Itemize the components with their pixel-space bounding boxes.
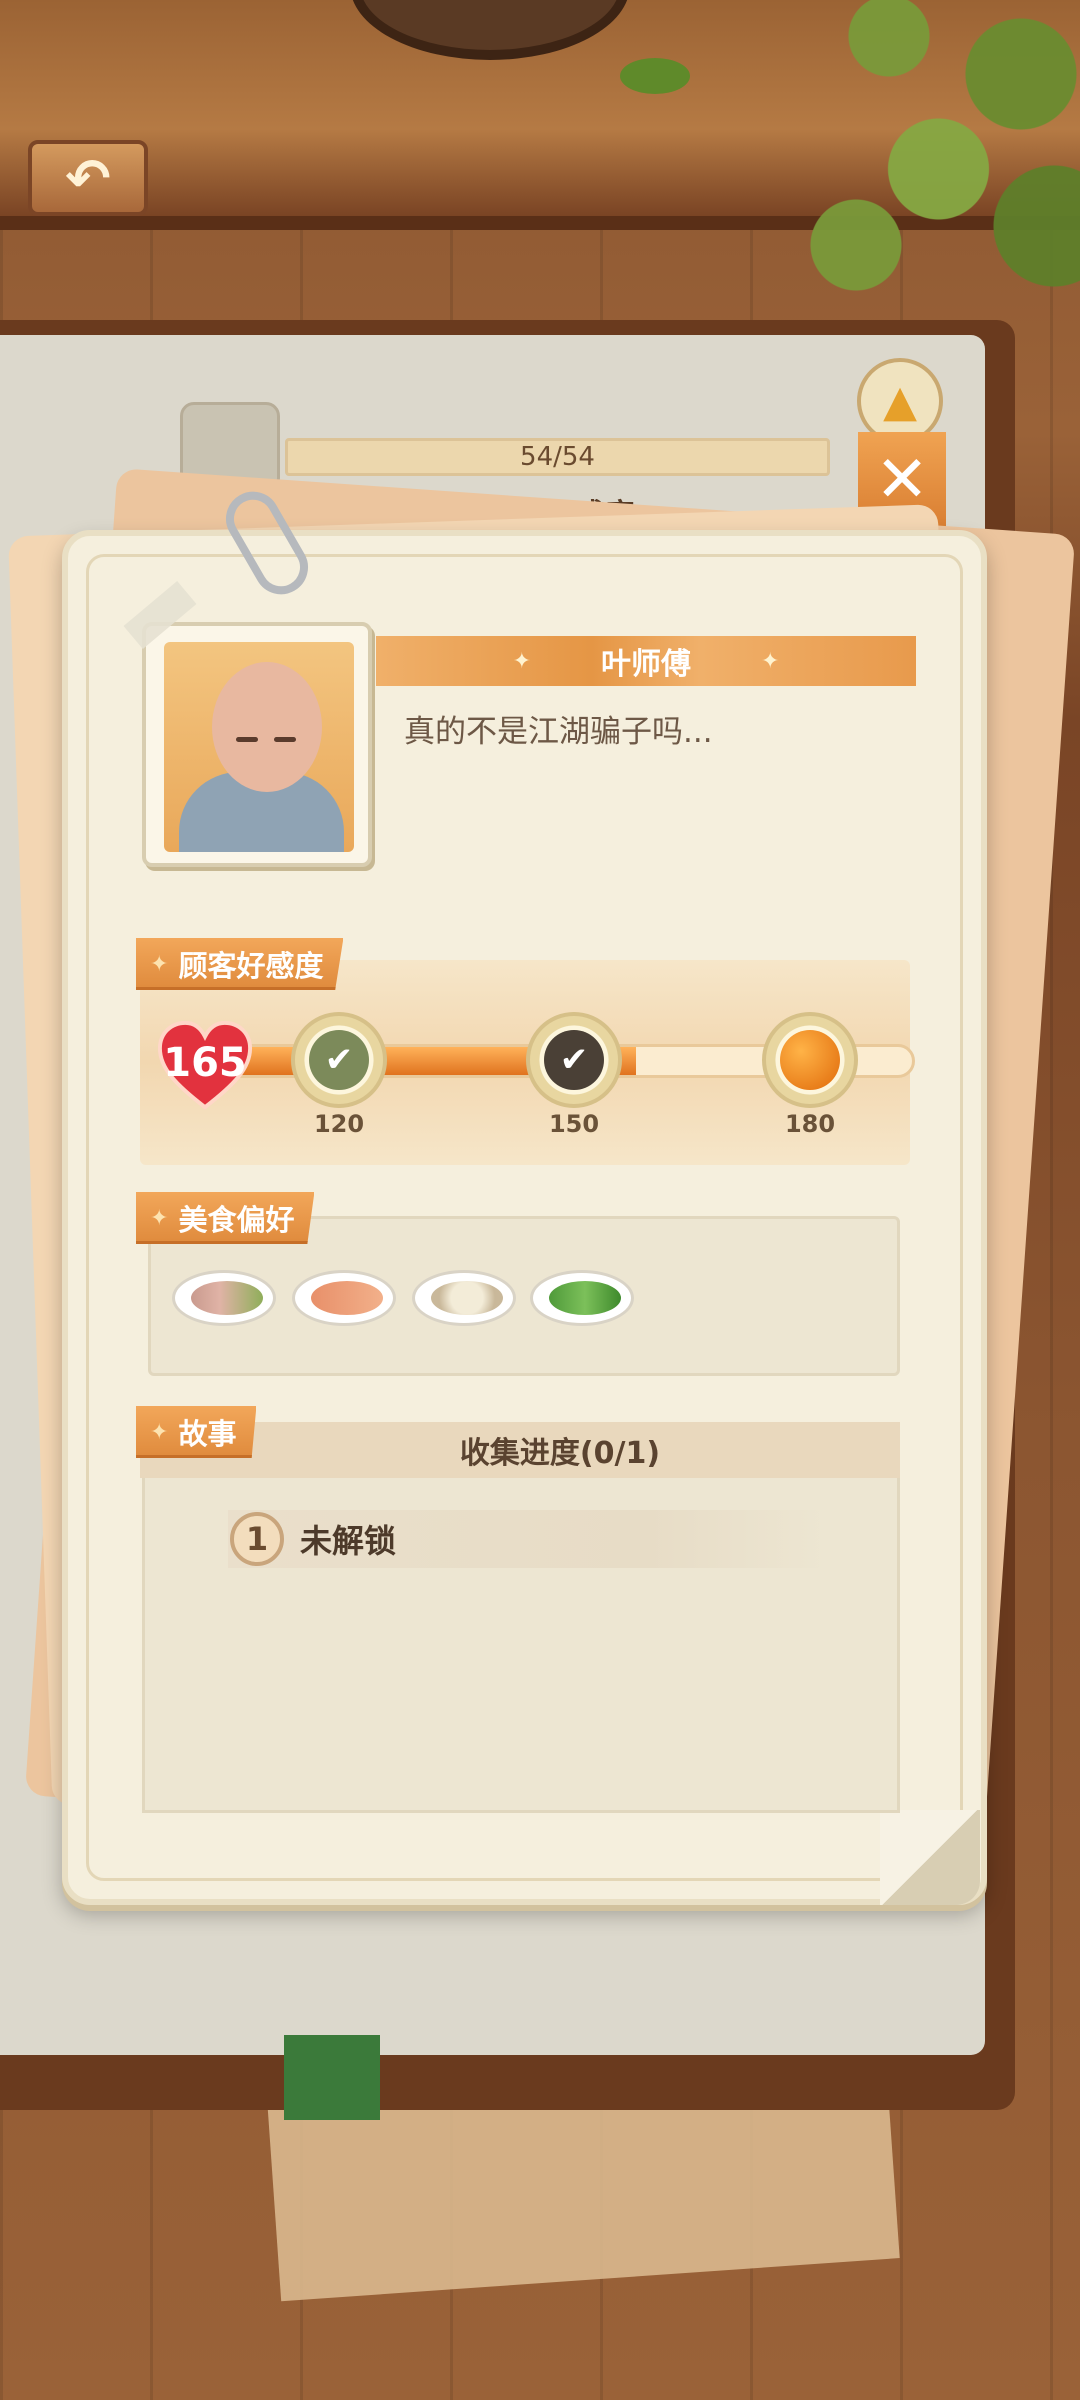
sparkle-icon: ✦ — [512, 648, 531, 674]
star-icon: ✦ — [150, 1205, 169, 1231]
page-curl — [880, 1810, 980, 1905]
greens-dish-icon[interactable] — [530, 1270, 634, 1326]
customer-portrait — [164, 642, 354, 852]
customer-portrait-frame — [142, 622, 372, 867]
story-item-label: 未解锁 — [300, 1522, 397, 1560]
customer-quote: 真的不是江湖骗子吗... — [404, 714, 713, 750]
gift-basket-icon[interactable]: ▲ — [857, 358, 943, 444]
shrimp-dish-icon[interactable] — [292, 1270, 396, 1326]
favor-section-tag: ✦ 顾客好感度 — [136, 938, 344, 990]
story-index-badge: 1 — [230, 1512, 284, 1566]
back-arrow-icon: ↶ — [65, 146, 111, 210]
favor-section-label: 顾客好感度 — [178, 949, 324, 983]
check-icon: ✔ — [544, 1030, 604, 1090]
customer-name: 叶师傅 — [601, 647, 691, 682]
leaf-decoration — [620, 58, 690, 94]
check-icon: ✔ — [309, 1030, 369, 1090]
plant-decoration — [790, 0, 1080, 340]
milestone-120[interactable]: ✔ — [291, 1012, 387, 1108]
story-item[interactable]: 1 未解锁 — [228, 1510, 828, 1568]
meat-platter-icon[interactable] — [172, 1270, 276, 1326]
milestone-label: 180 — [784, 1110, 836, 1138]
story-collection-progress: 收集进度(0/1) — [459, 1436, 661, 1471]
orange-orb-icon — [780, 1030, 840, 1090]
bookmark-ribbon — [284, 2035, 380, 2120]
milestone-180[interactable] — [762, 1012, 858, 1108]
star-icon: ✦ — [150, 1419, 169, 1445]
story-section-label: 故事 — [178, 1417, 237, 1451]
sparkle-icon: ✦ — [761, 648, 780, 674]
customer-name-banner: ✦ 叶师傅 ✦ — [376, 636, 916, 686]
story-section-tag: ✦ 故事 — [136, 1406, 257, 1458]
milestone-150[interactable]: ✔ — [526, 1012, 622, 1108]
collection-progress-bar: 54/54 — [285, 438, 830, 476]
food-section-tag: ✦ 美食偏好 — [136, 1192, 315, 1244]
favor-current-value: 165 — [163, 1040, 247, 1086]
collection-progress-text: 54/54 — [520, 442, 595, 472]
milestone-label: 120 — [313, 1110, 365, 1138]
back-button[interactable]: ↶ — [28, 140, 148, 216]
star-icon: ✦ — [150, 951, 169, 977]
mushroom-dish-icon[interactable] — [412, 1270, 516, 1326]
food-section-label: 美食偏好 — [178, 1203, 295, 1237]
milestone-label: 150 — [548, 1110, 600, 1138]
